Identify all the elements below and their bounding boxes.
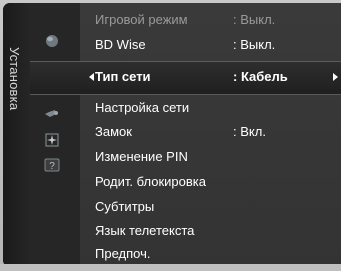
- menu-panel: Установка ? Игровой режим: Выкл. BD Wis…: [3, 3, 341, 267]
- menu-item-change-pin[interactable]: Изменение PIN: [80, 146, 341, 168]
- menu-item-subtitles[interactable]: Субтитры: [80, 196, 341, 218]
- sound-icon[interactable]: [41, 104, 63, 126]
- menu-item-label: Родит. блокировка: [95, 174, 206, 189]
- picture-icon[interactable]: [41, 29, 63, 51]
- menu-item-value: : Вкл.: [233, 124, 266, 139]
- menu-item-preference[interactable]: Предпоч.: [80, 243, 341, 265]
- menu-item-value: : Выкл.: [233, 37, 276, 52]
- support-icon[interactable]: ?: [41, 154, 63, 176]
- menu-item-label: Язык телетекста: [95, 223, 195, 238]
- menu-item-lock[interactable]: Замок : Вкл.: [80, 121, 341, 143]
- bottom-edge: [0, 264, 341, 271]
- menu-item-label: BD Wise: [95, 37, 146, 52]
- category-tab[interactable]: Установка: [3, 3, 30, 267]
- menu-item-label: Настройка сети: [95, 100, 190, 115]
- menu-item-network-type[interactable]: Тип сети : Кабель: [80, 66, 341, 88]
- menu-item-network-setup[interactable]: Настройка сети: [80, 97, 341, 119]
- menu-item-value: : Кабель: [233, 69, 288, 84]
- channel-icon[interactable]: [41, 129, 63, 151]
- menu-item-label: Изменение PIN: [95, 149, 188, 164]
- menu-item-parental-lock[interactable]: Родит. блокировка: [80, 171, 341, 193]
- menu-item-game-mode[interactable]: Игровой режим : Выкл.: [80, 9, 341, 31]
- menu-item-label: Игровой режим: [95, 12, 188, 27]
- menu-item-teletext-language[interactable]: Язык телетекста: [80, 220, 341, 242]
- menu-item-label: Замок: [95, 124, 132, 139]
- menu-item-label: Предпоч.: [95, 246, 151, 261]
- screen-frame: Установка ? Игровой режим: Выкл. BD Wis…: [0, 0, 341, 271]
- menu-item-label: Тип сети: [95, 69, 151, 84]
- menu-item-bd-wise[interactable]: BD Wise : Выкл.: [80, 34, 341, 56]
- menu-item-label: Субтитры: [95, 199, 155, 214]
- svg-text:?: ?: [49, 161, 55, 172]
- category-label: Установка: [7, 47, 22, 111]
- menu-item-value: : Выкл.: [233, 12, 276, 27]
- category-icon-column: ?: [30, 3, 80, 267]
